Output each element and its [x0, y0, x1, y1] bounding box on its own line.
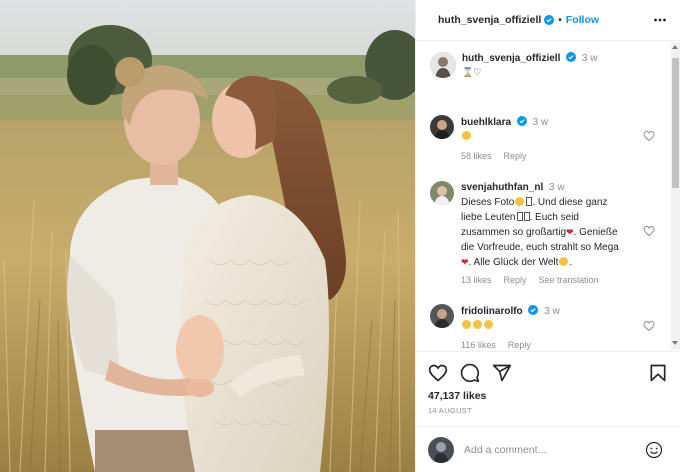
smiley-emoji-icon [484, 320, 493, 329]
comment-icon[interactable] [460, 363, 480, 383]
comment-line: . Euch seid [529, 212, 579, 223]
reply-button[interactable]: Reply [504, 151, 527, 161]
smiley-emoji-icon [462, 320, 471, 329]
comment-likes[interactable]: 58 likes [461, 151, 492, 161]
hourglass-emoji-icon: ⌛ [462, 67, 474, 77]
smiley-emoji-icon [473, 320, 482, 329]
comment-likes[interactable]: 116 likes [461, 340, 496, 350]
share-icon[interactable] [492, 363, 512, 383]
verified-icon [528, 305, 539, 315]
comment-line: . [569, 257, 573, 268]
comment-like-heart-icon[interactable] [643, 130, 655, 142]
comment-likes[interactable]: 13 likes [461, 275, 492, 285]
verified-icon [516, 116, 527, 126]
author-avatar[interactable] [430, 52, 456, 78]
smiley-emoji-icon [515, 197, 525, 206]
avatar-image [428, 437, 454, 463]
comment-time[interactable]: 3 w [549, 182, 565, 193]
current-user-avatar[interactable] [428, 437, 454, 463]
emoji-icon[interactable] [645, 441, 663, 459]
reply-button[interactable]: Reply [504, 275, 527, 285]
comment-like-heart-icon[interactable] [643, 225, 655, 237]
comment-header: fridolinarolfo 3 w [461, 305, 560, 317]
add-comment-bar: Add a comment... [416, 426, 680, 472]
like-count[interactable]: 47,137 likes [428, 390, 486, 402]
comment-meta: 58 likes Reply [461, 151, 527, 161]
scroll-up-arrow-icon[interactable] [672, 45, 678, 49]
scroll-down-arrow-icon[interactable] [672, 341, 678, 345]
avatar-image [430, 115, 454, 139]
comment-time[interactable]: 3 w [533, 117, 549, 128]
scrollbar-thumb[interactable] [672, 58, 679, 188]
comment-line: die Vorfreude, euch strahlt so Mega [461, 242, 619, 253]
commenter-avatar[interactable] [430, 181, 454, 205]
post-actions: 47,137 likes 14 AUGUST [416, 351, 680, 426]
comment-username[interactable]: buehlklara [461, 117, 511, 128]
verified-icon [544, 15, 555, 25]
comment-line: . Und diese ganz [532, 197, 608, 208]
separator-dot: • [558, 14, 562, 26]
comment-meta: 116 likes Reply [461, 340, 531, 350]
unknown-glyph-icon [516, 212, 523, 221]
comment-line: . Alle Glück der Welt [468, 257, 559, 268]
comment-line: liebe Leuten [461, 212, 516, 223]
comment-username[interactable]: svenjahuthfan_nl [461, 182, 543, 193]
follow-button[interactable]: Follow [566, 14, 599, 26]
post-date[interactable]: 14 AUGUST [428, 406, 472, 415]
smiley-emoji-icon [559, 257, 569, 266]
comment-username[interactable]: fridolinarolfo [461, 306, 523, 317]
photo-illustration [0, 0, 415, 472]
comments-list[interactable]: huth_svenja_offiziell 3 w ⌛♡ buehlklara … [416, 42, 680, 350]
more-icon[interactable] [653, 13, 667, 27]
comment-text: Dieses Foto . Und diese ganz liebe Leuten… [461, 195, 656, 270]
smiley-emoji-icon [462, 131, 471, 140]
avatar-image [430, 181, 454, 205]
post-side-panel: huth_svenja_offiziell • Follow huth_sven… [415, 0, 680, 472]
commenter-avatar[interactable] [430, 115, 454, 139]
comment-line: Dieses Foto [461, 197, 515, 208]
comment-header: svenjahuthfan_nl 3 w [461, 182, 565, 193]
comment-header: buehlklara 3 w [461, 116, 548, 128]
post-photo[interactable] [0, 0, 415, 472]
caption-header: huth_svenja_offiziell 3 w [462, 52, 597, 64]
avatar-image [430, 52, 456, 78]
comment-time[interactable]: 3 w [544, 306, 560, 317]
author-username[interactable]: huth_svenja_offiziell [438, 14, 541, 26]
heart-icon[interactable] [428, 363, 448, 383]
red-heart-emoji-icon: ❤ [566, 227, 574, 237]
heart-emoji-icon: ♡ [473, 67, 482, 77]
add-comment-input[interactable]: Add a comment... [464, 444, 546, 456]
caption-username[interactable]: huth_svenja_offiziell [462, 53, 560, 64]
reply-button[interactable]: Reply [508, 340, 531, 350]
comment-meta: 13 likes Reply See translation [461, 275, 599, 285]
instagram-post: huth_svenja_offiziell • Follow huth_sven… [0, 0, 680, 472]
commenter-avatar[interactable] [430, 304, 454, 328]
caption-time[interactable]: 3 w [582, 53, 598, 64]
red-heart-emoji-icon: ❤ [461, 257, 469, 267]
verified-icon [566, 52, 577, 62]
caption-text: ⌛♡ [462, 67, 481, 78]
comment-line: . Genieße [573, 227, 618, 238]
comment-text [461, 320, 494, 331]
see-translation-button[interactable]: See translation [539, 275, 599, 285]
avatar-image [430, 304, 454, 328]
post-header: huth_svenja_offiziell • Follow [416, 0, 680, 41]
bookmark-icon[interactable] [648, 363, 668, 383]
comment-like-heart-icon[interactable] [643, 320, 655, 332]
comment-text [461, 131, 472, 142]
comment-line: zusammen so großartig [461, 227, 567, 238]
